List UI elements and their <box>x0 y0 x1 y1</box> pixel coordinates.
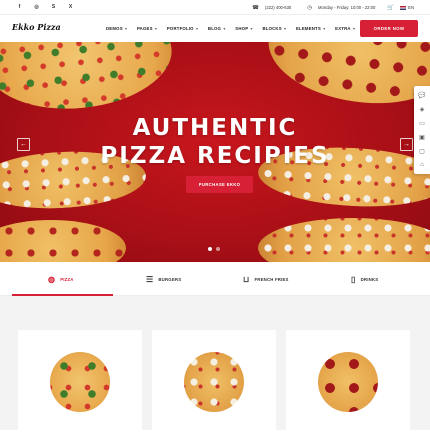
product-image[interactable] <box>184 352 244 412</box>
cart-icon[interactable]: ⌂ <box>420 162 424 168</box>
nav-shop[interactable]: SHOP ▼ <box>235 26 253 31</box>
skype-icon[interactable]: S <box>45 0 62 15</box>
nav-label: SHOP <box>235 26 249 31</box>
fries-icon: ⊔ <box>243 274 250 284</box>
nav-extra[interactable]: EXTRA ▼ <box>335 26 356 31</box>
chat-icon[interactable]: 💬 <box>418 92 425 99</box>
nav-label: PAGES <box>136 26 153 31</box>
monitor-icon[interactable]: ▢ <box>419 148 425 155</box>
order-now-button[interactable]: ORDER NOW <box>360 20 418 37</box>
chevron-down-icon: ▼ <box>322 26 327 31</box>
drink-icon: ▯ <box>351 274 356 284</box>
hero-title-line2: PIZZA RECIPIES <box>100 143 330 169</box>
chevron-down-icon: ▼ <box>283 26 287 31</box>
layers-icon[interactable]: ◈ <box>420 106 425 113</box>
hero-pizza-image <box>261 42 430 115</box>
product-image[interactable] <box>50 352 110 412</box>
clock-icon: ◷ <box>307 4 313 11</box>
phone-icon: ☎ <box>252 4 259 11</box>
social-links: f ◎ S X <box>11 0 79 15</box>
tab-drinks[interactable]: ▯ DRINKS <box>351 262 378 296</box>
slider-pagination <box>208 247 220 251</box>
burger-icon: ☰ <box>146 274 154 284</box>
nav-label: ELEMENTS <box>295 26 321 31</box>
product-image[interactable] <box>318 352 378 412</box>
hero-pizza-image <box>0 42 177 118</box>
main-nav: DEMOS ▼ PAGES ▼ PORTFOLIO ▼ BLOG ▼ SHOP ▼ BLO… <box>106 15 365 42</box>
book-icon[interactable]: ▭ <box>419 120 425 127</box>
x-icon[interactable]: X <box>62 0 79 15</box>
product-card[interactable] <box>286 330 410 440</box>
hero-slider: AUTHENTIC PIZZA RECIPIES PURCHASE EKKO ←… <box>0 42 430 262</box>
slider-next-arrow-icon[interactable]: → <box>400 138 413 151</box>
nav-label: BLOCKS <box>262 26 282 31</box>
nav-blog[interactable]: BLOG ▼ <box>208 26 226 31</box>
nav-label: BLOG <box>207 26 222 31</box>
cart-icon[interactable]: 🛒 <box>387 5 394 11</box>
hero-pizza-image <box>0 220 126 262</box>
tab-label: BURGERS <box>158 276 182 282</box>
main-header: Ekko Pizza DEMOS ▼ PAGES ▼ PORTFOLIO ▼ BLOG… <box>0 15 430 42</box>
opening-hours: Monday - Friday: 10:00 - 22:00 <box>318 5 376 10</box>
purchase-button[interactable]: PURCHASE EKKO <box>186 176 253 193</box>
chevron-down-icon: ▼ <box>249 26 254 31</box>
tab-pizza[interactable]: ◍ PIZZA <box>48 262 74 296</box>
flag-us-icon <box>400 5 407 10</box>
image-icon[interactable]: ▣ <box>419 134 425 141</box>
chevron-down-icon: ▼ <box>195 26 199 31</box>
language-selector[interactable]: EN <box>400 5 414 10</box>
nav-label: EXTRA <box>335 26 351 31</box>
product-card[interactable] <box>18 330 142 440</box>
nav-blocks[interactable]: BLOCKS ▼ <box>262 26 287 31</box>
nav-label: DEMOS <box>106 26 123 31</box>
category-tabs: ◍ PIZZA ☰ BURGERS ⊔ FRENCH FRIES ▯ DRINK… <box>0 262 430 296</box>
tab-french-fries[interactable]: ⊔ FRENCH FRIES <box>243 262 289 296</box>
chevron-down-icon: ▼ <box>222 26 227 31</box>
pizza-icon: ◍ <box>48 274 56 284</box>
product-card[interactable] <box>152 330 276 440</box>
phone-number[interactable]: (222) 400-630 <box>265 5 291 10</box>
hero-title-line1: AUTHENTIC <box>132 115 298 141</box>
language-label: EN <box>408 5 414 10</box>
nav-label: PORTFOLIO <box>166 26 194 31</box>
chevron-down-icon: ▼ <box>352 26 356 31</box>
instagram-icon[interactable]: ◎ <box>28 0 45 15</box>
nav-elements[interactable]: ELEMENTS ▼ <box>296 26 326 31</box>
tab-label: FRENCH FRIES <box>254 276 289 282</box>
chevron-down-icon: ▼ <box>154 26 158 31</box>
nav-pages[interactable]: PAGES ▼ <box>137 26 158 31</box>
nav-demos[interactable]: DEMOS ▼ <box>106 26 128 31</box>
floating-toolbar: 💬 ◈ ▭ ▣ ▢ ⌂ <box>414 86 430 174</box>
slider-dot[interactable] <box>216 247 220 251</box>
tab-burgers[interactable]: ☰ BURGERS <box>146 262 181 296</box>
site-logo[interactable]: Ekko Pizza <box>12 22 61 32</box>
slider-prev-arrow-icon[interactable]: ← <box>17 138 30 151</box>
chevron-down-icon: ▼ <box>124 26 128 31</box>
nav-portfolio[interactable]: PORTFOLIO ▼ <box>167 26 199 31</box>
tab-label: PIZZA <box>60 276 74 282</box>
slider-dot[interactable] <box>208 247 212 251</box>
top-contact-info: ☎ (222) 400-630 ◷ Monday - Friday: 10:00… <box>252 0 414 15</box>
hero-pizza-image <box>258 218 430 262</box>
tab-label: DRINKS <box>360 276 379 282</box>
top-utility-bar: f ◎ S X ☎ (222) 400-630 ◷ Monday - Frida… <box>0 0 430 15</box>
product-grid <box>0 296 430 440</box>
facebook-icon[interactable]: f <box>11 0 28 15</box>
